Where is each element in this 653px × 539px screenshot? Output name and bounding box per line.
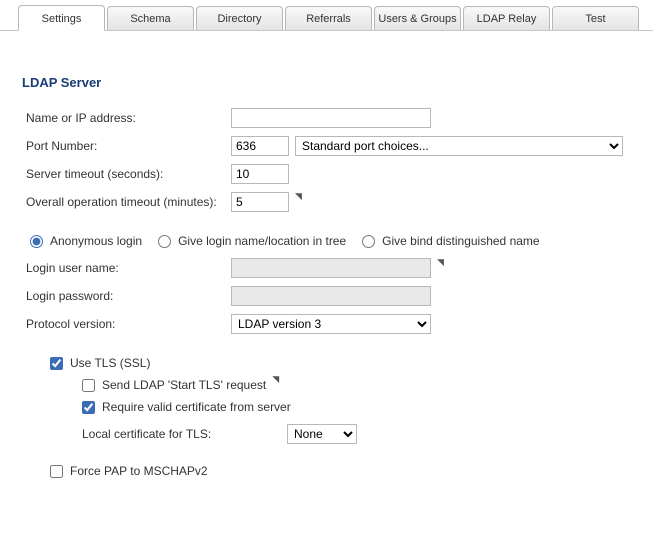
- select-port-choice[interactable]: Standard port choices...: [295, 136, 623, 156]
- check-require-cert[interactable]: Require valid certificate from server: [82, 400, 291, 414]
- radio-login-name[interactable]: Give login name/location in tree: [158, 234, 346, 248]
- input-overall-timeout[interactable]: [231, 192, 289, 212]
- label-overall-timeout: Overall operation timeout (minutes):: [22, 195, 231, 209]
- tab-ldap-relay[interactable]: LDAP Relay: [463, 6, 550, 30]
- tab-bar: Settings Schema Directory Referrals User…: [0, 0, 653, 31]
- tab-referrals[interactable]: Referrals: [285, 6, 372, 30]
- input-login-user: [231, 258, 431, 278]
- label-port-number: Port Number:: [22, 139, 231, 153]
- label-protocol: Protocol version:: [22, 317, 231, 331]
- input-port-number[interactable]: [231, 136, 289, 156]
- marker-icon: ◥: [272, 374, 279, 385]
- tab-test[interactable]: Test: [552, 6, 639, 30]
- tab-settings[interactable]: Settings: [18, 5, 105, 31]
- tab-schema[interactable]: Schema: [107, 6, 194, 30]
- radio-login-name-label: Give login name/location in tree: [178, 234, 346, 248]
- marker-icon: ◥: [437, 257, 444, 268]
- label-local-cert: Local certificate for TLS:: [82, 427, 287, 441]
- settings-panel: LDAP Server Name or IP address: Port Num…: [0, 31, 653, 492]
- check-force-pap-label: Force PAP to MSCHAPv2: [70, 464, 208, 478]
- check-start-tls[interactable]: Send LDAP 'Start TLS' request: [82, 378, 266, 392]
- check-start-tls-label: Send LDAP 'Start TLS' request: [102, 378, 266, 392]
- radio-bind-dn-label: Give bind distinguished name: [382, 234, 539, 248]
- radio-anonymous-login[interactable]: Anonymous login: [30, 234, 142, 248]
- input-login-pass: [231, 286, 431, 306]
- check-require-cert-label: Require valid certificate from server: [102, 400, 291, 414]
- label-server-timeout: Server timeout (seconds):: [22, 167, 231, 181]
- section-title: LDAP Server: [22, 75, 631, 90]
- radio-anonymous-label: Anonymous login: [50, 234, 142, 248]
- check-force-pap[interactable]: Force PAP to MSCHAPv2: [50, 464, 208, 478]
- label-name-or-ip: Name or IP address:: [22, 111, 231, 125]
- select-protocol[interactable]: LDAP version 3: [231, 314, 431, 334]
- input-name-or-ip[interactable]: [231, 108, 431, 128]
- tab-directory[interactable]: Directory: [196, 6, 283, 30]
- label-login-pass: Login password:: [22, 289, 231, 303]
- input-server-timeout[interactable]: [231, 164, 289, 184]
- settings-window: Settings Schema Directory Referrals User…: [0, 0, 653, 539]
- radio-bind-dn[interactable]: Give bind distinguished name: [362, 234, 539, 248]
- select-local-cert[interactable]: None: [287, 424, 357, 444]
- tab-users-groups[interactable]: Users & Groups: [374, 6, 461, 30]
- check-use-tls[interactable]: Use TLS (SSL): [50, 356, 150, 370]
- marker-icon: ◥: [295, 191, 302, 202]
- check-use-tls-label: Use TLS (SSL): [70, 356, 150, 370]
- label-login-user: Login user name:: [22, 261, 231, 275]
